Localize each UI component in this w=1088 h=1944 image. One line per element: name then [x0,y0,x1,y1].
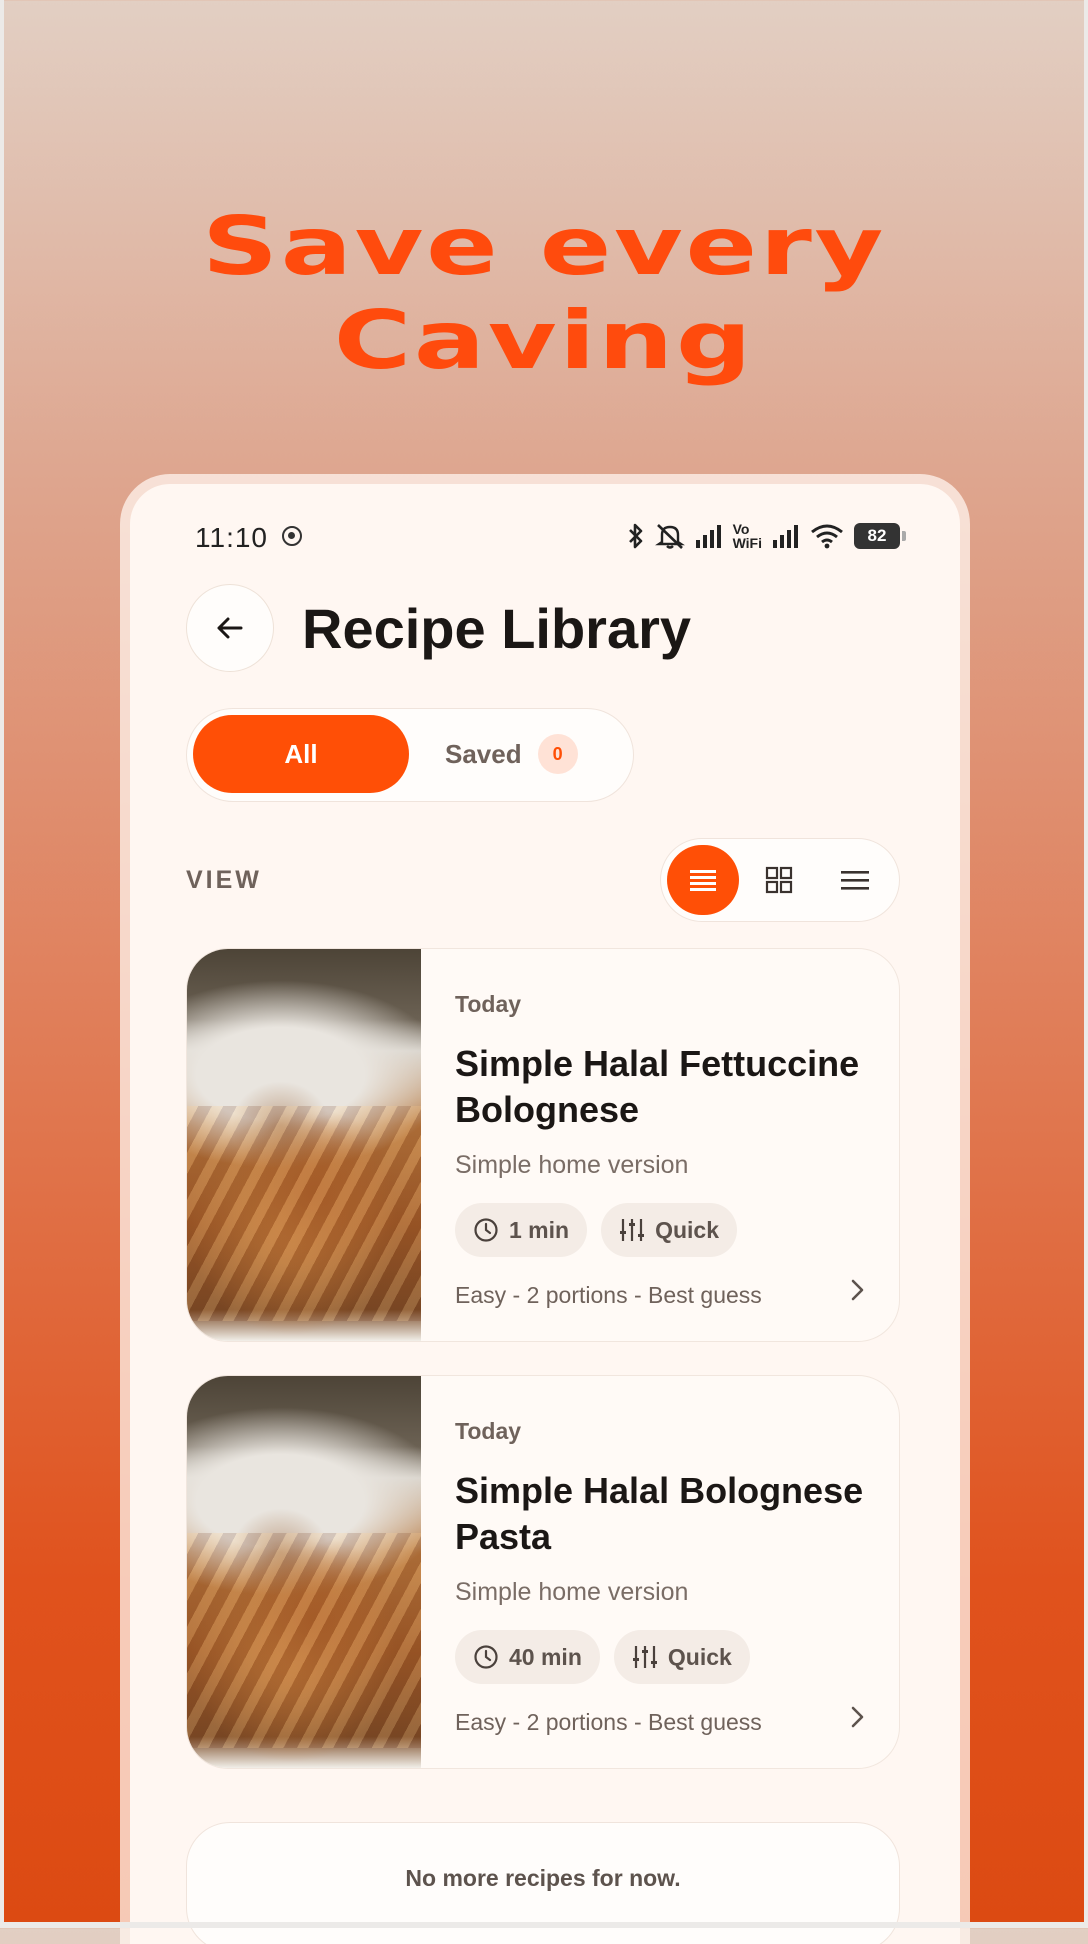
end-of-list-text: No more recipes for now. [405,1865,681,1891]
bluetooth-icon [628,523,642,549]
menu-lines-icon [841,871,869,890]
time-chip-label: 1 min [509,1216,570,1243]
recipe-card[interactable]: Today Simple Halal Bolognese Pasta Simpl… [186,1375,900,1769]
recipe-subtitle: Simple home version [455,1578,689,1606]
recipe-photo [187,949,421,1341]
wifi-icon [811,524,843,549]
saved-count-badge: 0 [537,734,578,774]
recipe-date: Today [455,991,522,1017]
recipe-title: Simple Halal Fettuccine Bolognese [455,1043,860,1130]
grid-icon [765,866,793,894]
list-large-icon [690,870,716,891]
sliders-icon [632,1646,657,1668]
headline-line-2: Caving [333,294,755,387]
status-time: 11:10 [195,522,268,553]
recipe-info: Today Simple Halal Fettuccine Bolognese … [455,949,869,1341]
view-grid-button[interactable] [743,845,815,915]
arrow-left-icon [217,617,243,639]
chevron-right-icon [851,1706,864,1728]
chevron-right-icon [851,1279,864,1301]
bell-muted-icon [654,524,685,549]
view-list-compact-button[interactable] [819,845,891,915]
filter-segmented-control: All Saved 0 [186,708,634,802]
sliders-icon [620,1219,645,1241]
recipe-chips: 1 min Quick [455,1203,737,1257]
tab-saved-label: Saved [445,738,522,769]
vowifi-top: Vo [732,521,750,537]
recipe-date: Today [455,1418,522,1444]
recipe-meta: Easy - 2 portions - Best guess [455,1282,762,1308]
page-title: Recipe Library [302,597,692,660]
recipe-chips: 40 min Quick [455,1630,750,1684]
page-edge-bottom [0,1922,1088,1928]
promo-headline: Save every Caving [0,200,1088,388]
headline-line-1: Save every [202,200,886,293]
status-icons: Vo WiFi 82 [627,520,906,552]
screen-record-icon [282,526,302,546]
recipe-meta: Easy - 2 portions - Best guess [455,1709,762,1735]
view-mode-switch [660,838,900,922]
clock-icon [474,1218,498,1242]
battery-indicator: 82 [854,523,906,549]
vowifi-bottom: WiFi [732,535,762,551]
time-chip: 40 min [455,1630,600,1684]
recipe-info: Today Simple Halal Bolognese Pasta Simpl… [455,1376,869,1768]
tag-chip: Quick [601,1203,737,1257]
phone-screen: 11:10 Vo WiFi 82 Recipe Library All Save… [130,484,960,1944]
signal-icon-2 [773,525,798,548]
recipe-card[interactable]: Today Simple Halal Fettuccine Bolognese … [186,948,900,1342]
vowifi-indicator: Vo WiFi [733,522,762,550]
tag-chip: Quick [613,1630,750,1684]
tag-chip-label: Quick [655,1216,719,1243]
time-chip-label: 40 min [509,1643,582,1670]
clock-icon [474,1645,498,1669]
signal-icon-1 [695,525,721,548]
status-bar: 11:10 Vo WiFi 82 [130,484,960,584]
recipe-title: Simple Halal Bolognese Pasta [455,1470,864,1557]
tab-saved[interactable]: Saved 0 [445,715,578,793]
time-chip: 1 min [455,1203,588,1257]
recipe-photo [187,1376,421,1768]
tag-chip-label: Quick [667,1643,732,1670]
tab-all[interactable]: All [193,715,409,793]
recipe-subtitle: Simple home version [455,1151,689,1179]
back-button[interactable] [186,584,274,672]
view-list-large-button[interactable] [667,845,739,915]
view-label: VIEW [186,866,262,894]
